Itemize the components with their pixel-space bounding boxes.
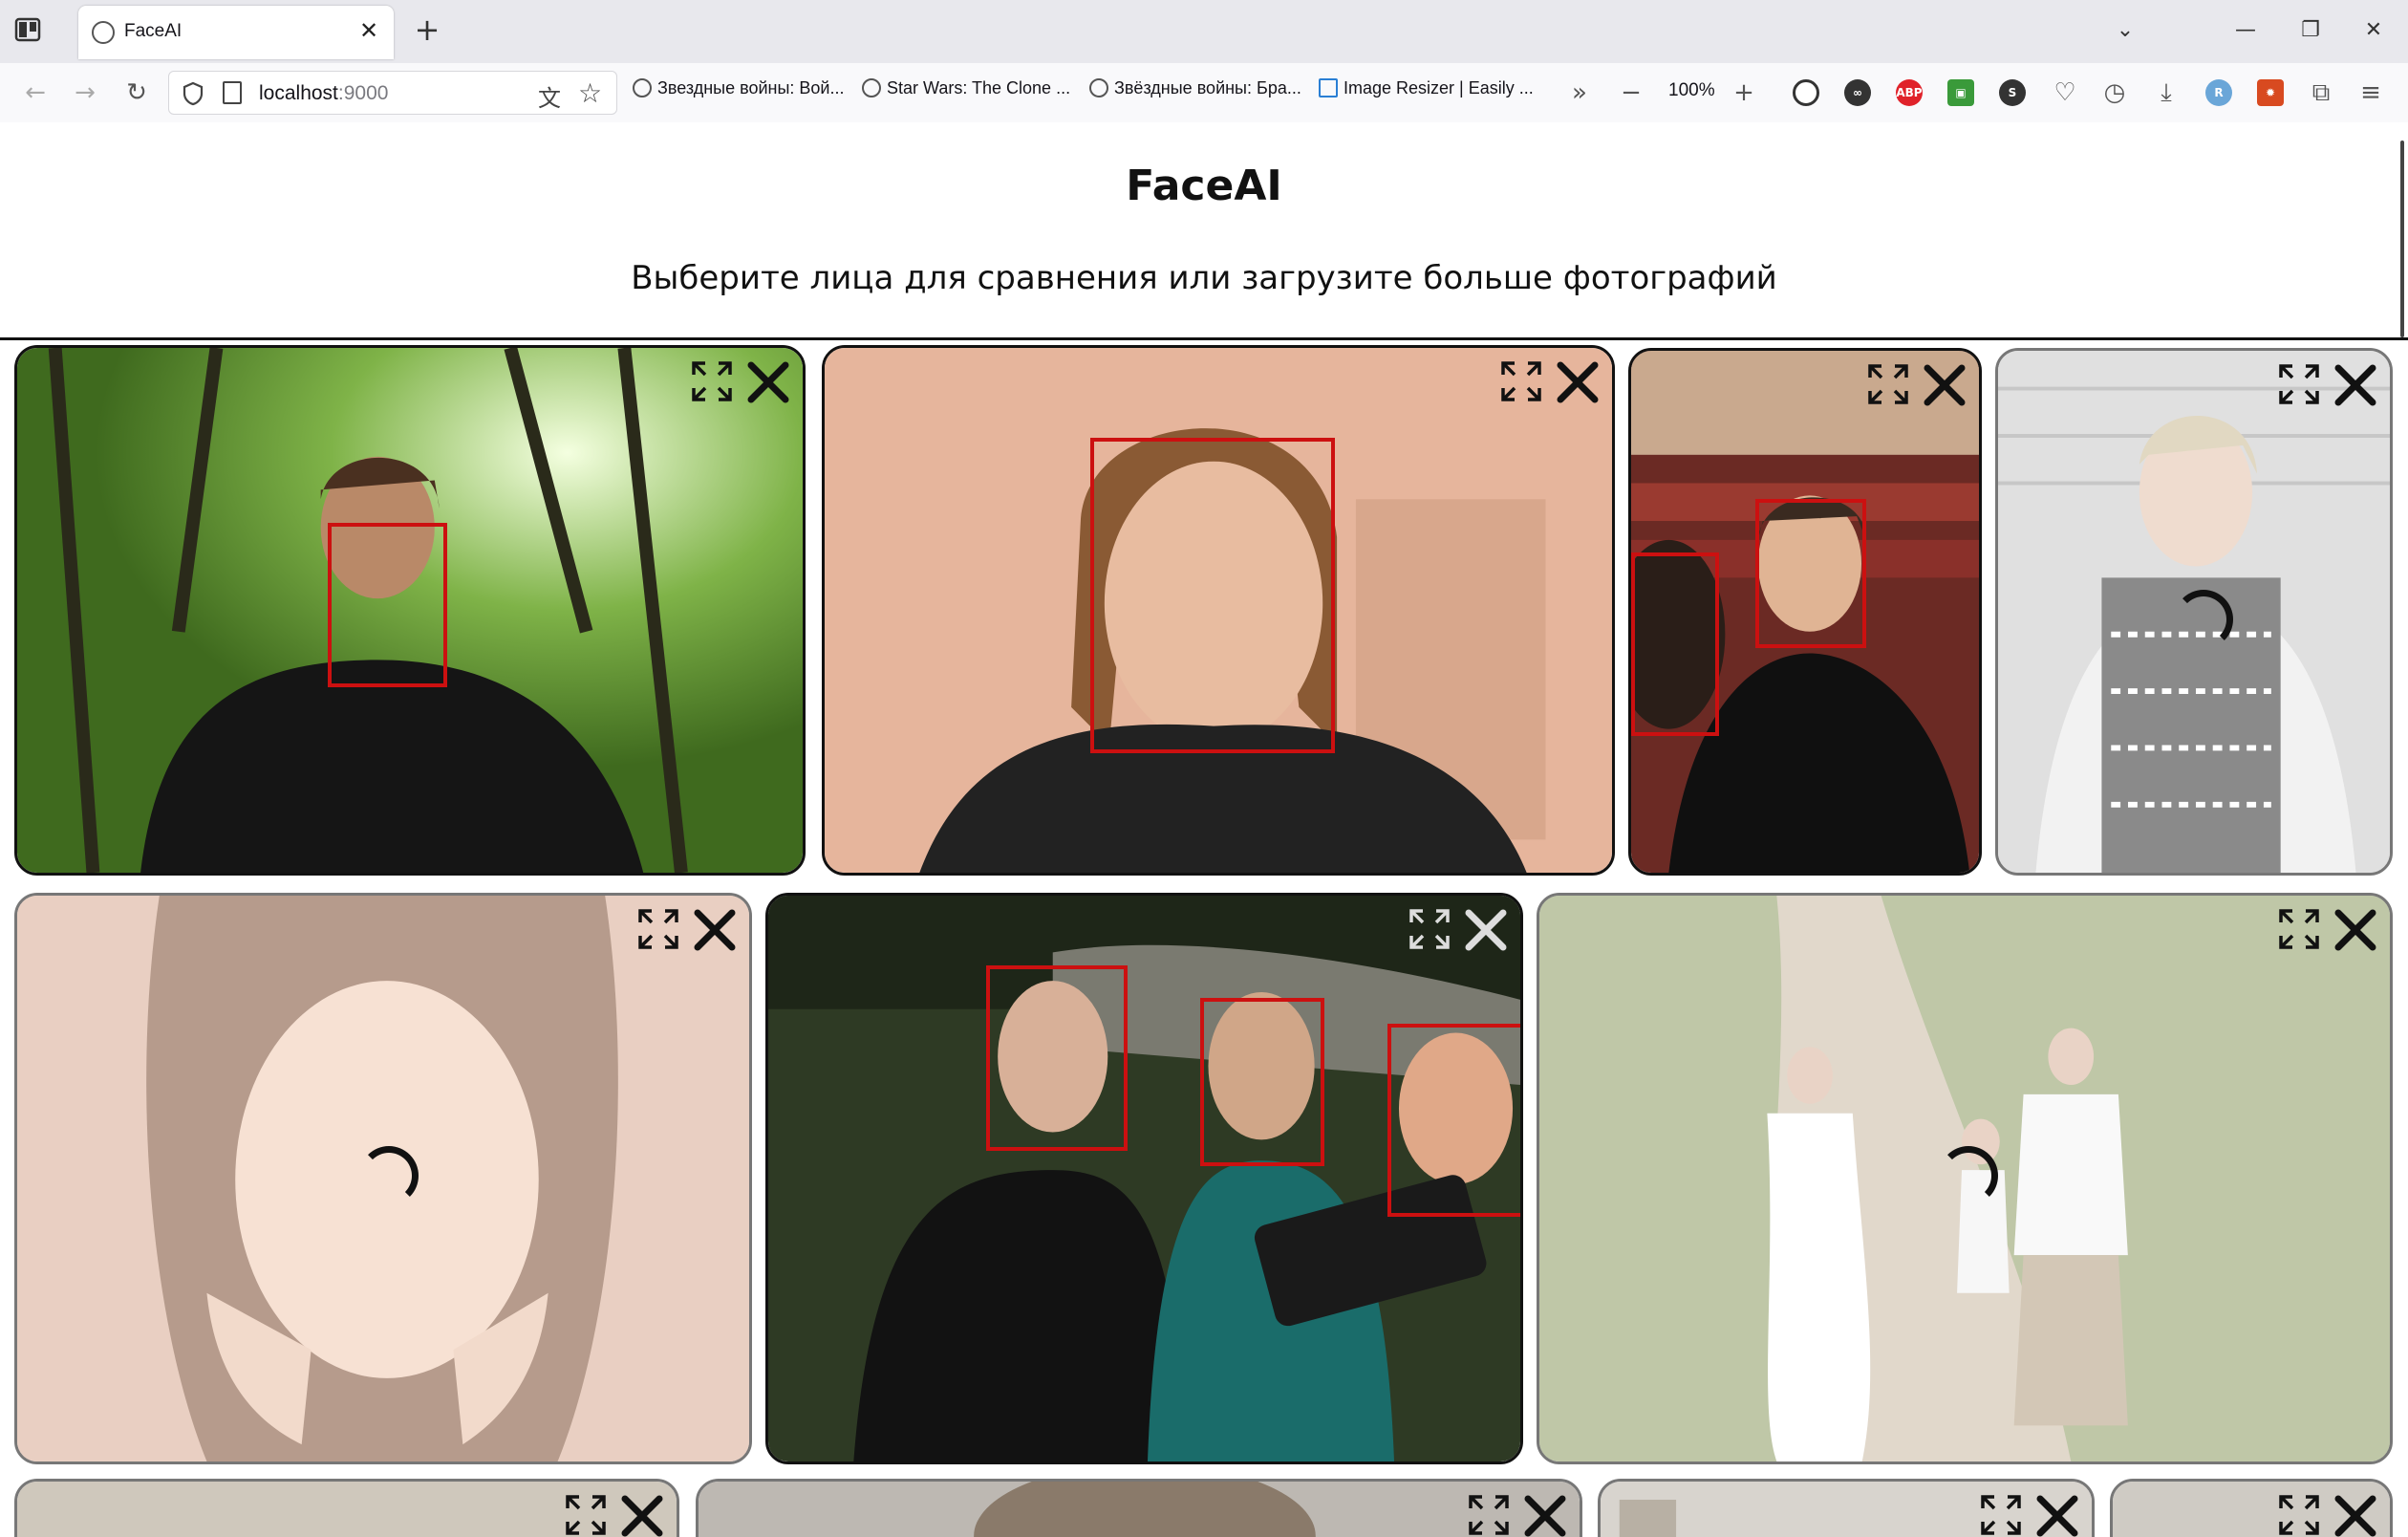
close-icon[interactable] [690, 905, 740, 955]
link-extension-icon[interactable]: ∞ [1844, 79, 1871, 106]
expand-icon[interactable] [1499, 359, 1543, 403]
navigation-toolbar: ← → ↻ localhost:9000 文 ☆ Звездные войны:… [0, 63, 2408, 122]
page-title: FaceAI [1126, 162, 1282, 210]
url-port: :9000 [337, 82, 389, 104]
url-host: localhost [259, 82, 338, 104]
bookmark-star-icon[interactable]: ☆ [578, 77, 602, 109]
face-detection-box[interactable] [1631, 552, 1719, 736]
face-detection-box[interactable] [328, 523, 447, 687]
close-icon[interactable] [2331, 1491, 2380, 1537]
zoom-in-icon[interactable]: + [1728, 76, 1760, 109]
page-info-icon[interactable] [223, 81, 242, 104]
globe-icon [862, 78, 881, 97]
expand-icon[interactable] [1408, 907, 1451, 951]
address-bar[interactable]: localhost:9000 文 ☆ [168, 71, 617, 115]
adblock-plus-icon[interactable]: ABP [1896, 79, 1923, 106]
close-icon[interactable] [1920, 360, 1969, 410]
close-icon[interactable] [1553, 357, 1602, 407]
photo-image [699, 1482, 1580, 1537]
bookmark-item[interactable]: Star Wars: The Clone ... [862, 78, 1070, 107]
face-detection-box[interactable] [986, 965, 1128, 1151]
r-extension-icon[interactable]: R [2205, 79, 2232, 106]
expand-icon[interactable] [564, 1493, 608, 1537]
new-tab-button[interactable]: + [411, 13, 443, 46]
green-extension-icon[interactable]: ▣ [1947, 79, 1974, 106]
extensions-puzzle-icon[interactable]: ⧉ [2305, 76, 2337, 109]
face-detection-box[interactable] [1387, 1024, 1520, 1217]
close-icon[interactable] [2032, 1491, 2082, 1537]
history-clock-icon[interactable]: ◷ [2098, 76, 2131, 109]
back-arrow-icon[interactable]: ← [19, 76, 52, 109]
image-resizer-icon [1319, 78, 1338, 97]
forward-arrow-icon[interactable]: → [69, 76, 101, 109]
close-icon[interactable] [1461, 905, 1511, 955]
photo-card[interactable] [1537, 893, 2393, 1464]
photo-card[interactable] [822, 345, 1615, 876]
tab-strip: FaceAI ✕ + ⌄ — ❐ ✕ [0, 0, 2408, 63]
close-icon[interactable] [1520, 1491, 1570, 1537]
expand-icon[interactable] [2277, 907, 2321, 951]
face-detection-box[interactable] [1200, 998, 1324, 1166]
bookmark-item[interactable]: Звёздные войны: Бра... [1089, 78, 1301, 107]
reload-icon[interactable]: ↻ [120, 76, 153, 109]
expand-icon[interactable] [690, 359, 734, 403]
downloads-icon[interactable]: ⤓ [2150, 76, 2182, 109]
close-window-button[interactable]: ✕ [2354, 13, 2393, 48]
loading-spinner [1939, 1146, 1998, 1205]
globe-icon [633, 78, 652, 97]
minimize-button[interactable]: — [2226, 13, 2265, 48]
photo-card[interactable] [14, 345, 806, 876]
zoom-level[interactable]: 100% [1668, 80, 1715, 101]
face-detection-box[interactable] [1090, 438, 1335, 753]
browser-chrome: FaceAI ✕ + ⌄ — ❐ ✕ ← → ↻ localhost:9000 … [0, 0, 2408, 122]
tab-list-chevron-icon[interactable]: ⌄ [2106, 13, 2144, 48]
expand-icon[interactable] [1979, 1493, 2023, 1537]
globe-icon [1089, 78, 1108, 97]
photo-card[interactable] [1598, 1479, 2095, 1537]
expand-icon[interactable] [636, 907, 680, 951]
menu-hamburger-icon[interactable]: ≡ [2354, 76, 2387, 109]
sidebar-toggle-icon[interactable] [13, 15, 42, 44]
photo-card[interactable] [14, 1479, 679, 1537]
bookmarks-overflow-chevron-icon[interactable]: » [1563, 76, 1596, 109]
tab-title: FaceAI [124, 21, 183, 41]
tab-close-icon[interactable]: ✕ [355, 17, 382, 44]
close-icon[interactable] [2331, 905, 2380, 955]
scrollbar[interactable] [2400, 141, 2404, 337]
photo-card[interactable] [1628, 348, 1982, 876]
shield-icon[interactable] [183, 81, 204, 106]
expand-icon[interactable] [1866, 362, 1910, 406]
translate-icon[interactable]: 文 [538, 79, 561, 113]
url-text[interactable]: localhost:9000 [259, 82, 388, 105]
photo-card[interactable] [765, 893, 1523, 1464]
photo-card[interactable] [2110, 1479, 2393, 1537]
photo-card[interactable] [696, 1479, 1582, 1537]
expand-icon[interactable] [1467, 1493, 1511, 1537]
tab-faceai[interactable]: FaceAI ✕ [78, 6, 394, 59]
loading-spinner [359, 1146, 419, 1205]
faceai-page: FaceAI Выберите лица для сравнения или з… [0, 123, 2408, 1537]
photo-card[interactable] [1995, 348, 2393, 876]
bookmark-item[interactable]: Image Resizer | Easily ... [1319, 78, 1534, 107]
orange-extension-icon[interactable]: ✹ [2257, 79, 2284, 106]
page-subtitle: Выберите лица для сравнения или загрузит… [631, 259, 1777, 297]
face-detection-box[interactable] [1755, 499, 1866, 648]
tab-favicon-icon [92, 21, 115, 44]
bookmark-item[interactable]: Звездные войны: Вой... [633, 78, 844, 107]
close-icon[interactable] [617, 1491, 667, 1537]
expand-icon[interactable] [2277, 1493, 2321, 1537]
restore-button[interactable]: ❐ [2291, 13, 2330, 48]
close-icon[interactable] [2331, 360, 2380, 410]
loading-spinner [2174, 590, 2233, 649]
close-icon[interactable] [743, 357, 793, 407]
pocket-icon[interactable]: ♡ [2049, 76, 2081, 109]
s-extension-icon[interactable]: S [1999, 79, 2026, 106]
header-divider [0, 337, 2408, 340]
photo-card[interactable] [14, 893, 752, 1464]
expand-icon[interactable] [2277, 362, 2321, 406]
dark-reader-extension-icon[interactable] [1793, 79, 1819, 106]
zoom-out-icon[interactable]: − [1615, 76, 1647, 109]
